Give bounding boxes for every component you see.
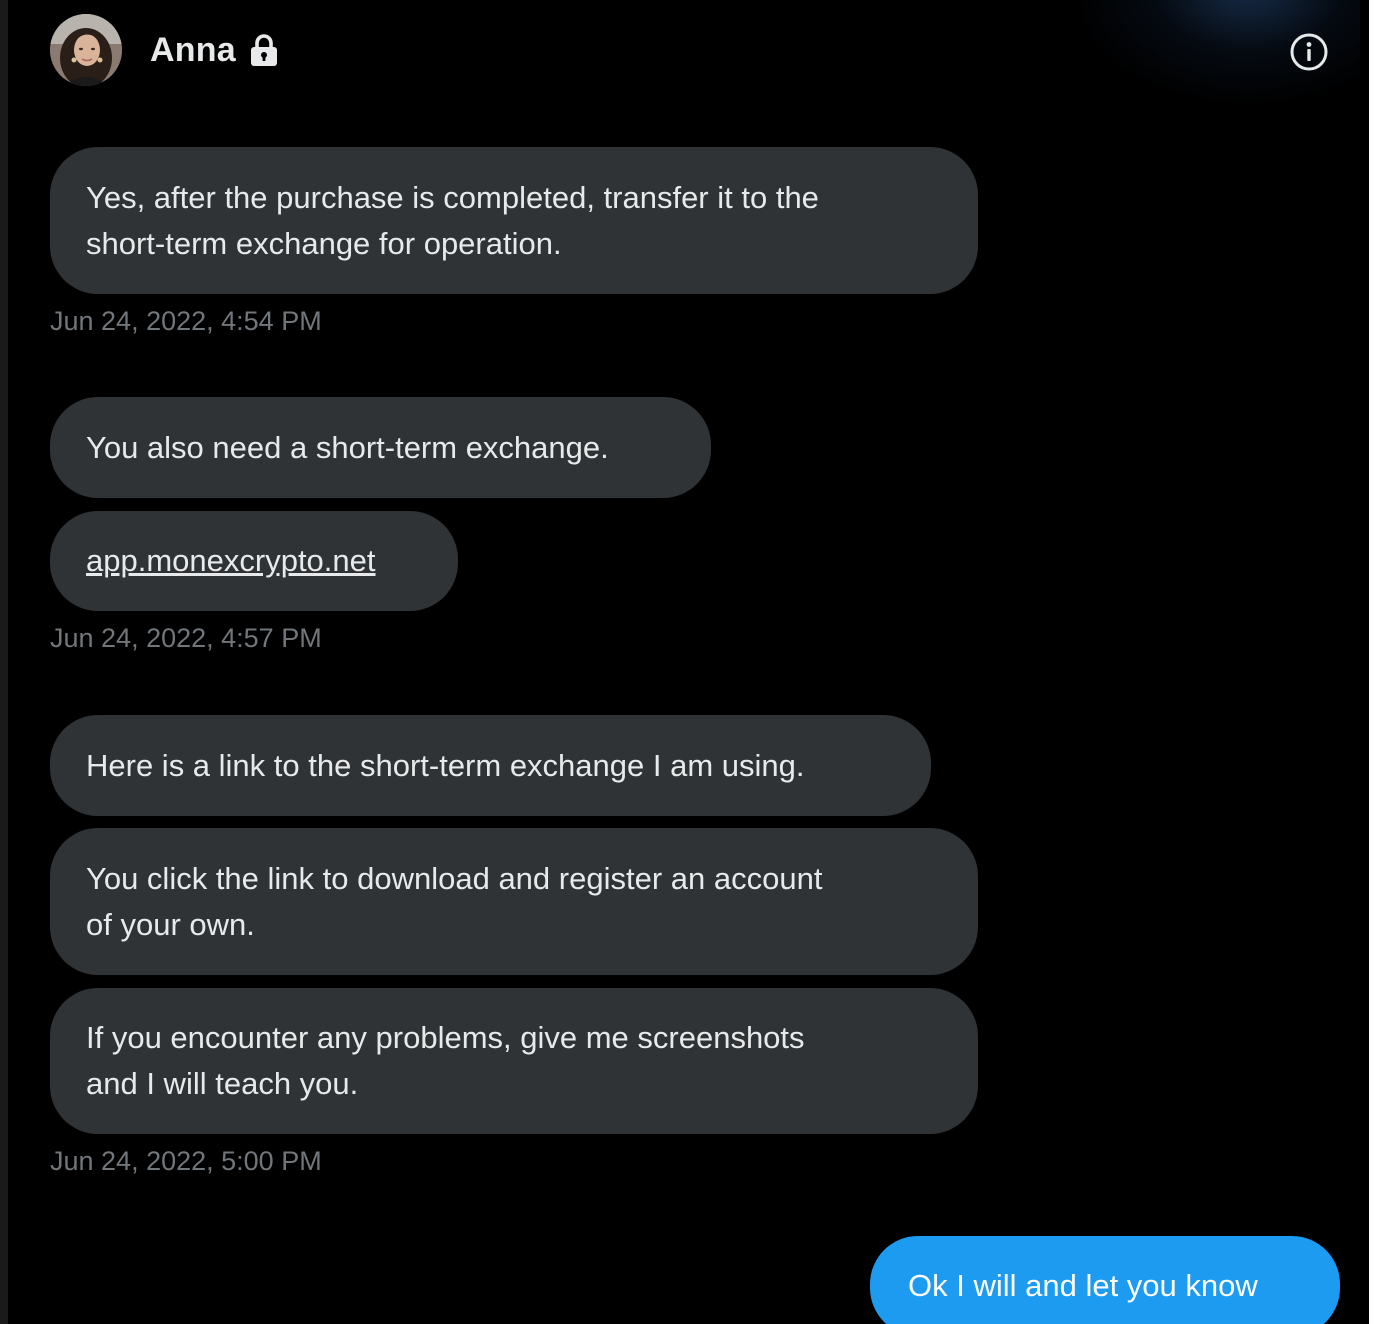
sent-message[interactable]: Ok I will and let you know [870,1236,1340,1324]
received-message[interactable]: You click the link to download and regis… [50,828,978,975]
received-message[interactable]: If you encounter any problems, give me s… [50,988,978,1134]
right-panel-edge [1369,0,1381,1324]
message-text-line: Here is a link to the short-term exchang… [86,747,805,783]
lock-icon [248,33,280,67]
avatar-image [50,14,122,86]
conversation-header: Anna [50,14,280,86]
received-message[interactable]: You also need a short-term exchange. [50,397,711,498]
message-text-line: Yes, after the purchase is completed, tr… [86,179,819,215]
message-text-line: You also need a short-term exchange. [86,429,609,465]
message-timestamp: Jun 24, 2022, 4:57 PM [50,623,322,653]
contact-name[interactable]: Anna [150,31,236,70]
message-timestamp: Jun 24, 2022, 5:00 PM [50,1146,322,1176]
received-message[interactable]: app.monexcrypto.net [50,511,458,611]
dm-conversation-view: Anna Yes, after the purchase is complete… [0,0,1381,1324]
message-timestamp: Jun 24, 2022, 4:54 PM [50,306,322,336]
received-message[interactable]: Here is a link to the short-term exchang… [50,715,931,816]
avatar[interactable] [50,14,122,86]
message-link[interactable]: app.monexcrypto.net [86,538,376,584]
info-icon [1290,33,1328,71]
message-text-line: of your own. [86,906,255,942]
left-panel-edge [0,0,8,1324]
conversation-info-button[interactable] [1287,30,1331,74]
message-text-line: You click the link to download and regis… [86,860,823,896]
message-text-line: short-term exchange for operation. [86,225,562,261]
message-text-line: and I will teach you. [86,1066,359,1101]
received-message[interactable]: Yes, after the purchase is completed, tr… [50,147,978,294]
message-text-line: If you encounter any problems, give me s… [86,1020,805,1055]
